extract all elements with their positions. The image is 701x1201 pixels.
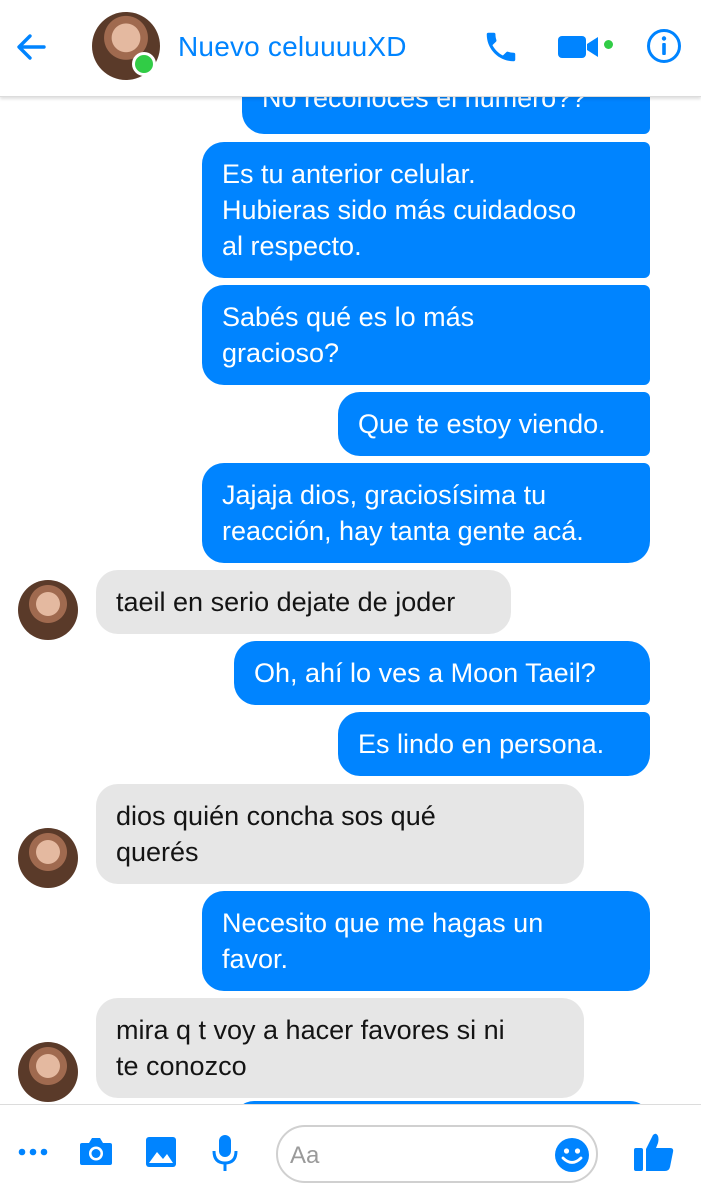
- emoji-icon[interactable]: [554, 1137, 590, 1173]
- online-status-dot: [132, 52, 156, 76]
- message-input-placeholder: Aa: [290, 1142, 320, 1169]
- message-received: dios quién concha sos qué querés: [96, 784, 584, 884]
- message-input[interactable]: Aa: [276, 1125, 598, 1183]
- message-sent: Sabés qué es lo más gracioso?: [202, 285, 650, 385]
- microphone-icon[interactable]: [210, 1133, 240, 1173]
- camera-icon[interactable]: [78, 1135, 114, 1167]
- message-list[interactable]: No reconoces el número?? Es tu anterior …: [0, 0, 701, 1104]
- message-received: taeil en serio dejate de joder: [96, 570, 511, 634]
- contact-avatar[interactable]: [18, 1042, 78, 1102]
- contact-avatar[interactable]: [18, 828, 78, 888]
- message-sent: Oh, ahí lo ves a Moon Taeil?: [234, 641, 650, 705]
- message-composer: Aa: [0, 1104, 701, 1201]
- more-icon[interactable]: [18, 1145, 48, 1159]
- message-sent: Jajaja dios, graciosísima tu reacción, h…: [202, 463, 650, 563]
- phone-icon[interactable]: [482, 28, 520, 66]
- video-online-dot: [604, 40, 613, 49]
- message-sent: Necesito que me hagas un favor.: [202, 891, 650, 991]
- conversation-header: Nuevo celuuuuXD: [0, 0, 701, 97]
- info-icon[interactable]: [646, 28, 682, 64]
- contact-name[interactable]: Nuevo celuuuuXD: [178, 31, 407, 63]
- image-icon[interactable]: [144, 1135, 178, 1169]
- contact-avatar[interactable]: [18, 580, 78, 640]
- message-sent: Que te estoy viendo.: [338, 392, 650, 456]
- like-thumb-icon[interactable]: [632, 1131, 676, 1173]
- message-received: mira q t voy a hacer favores si ni te co…: [96, 998, 584, 1098]
- message-sent: Es lindo en persona.: [338, 712, 650, 776]
- back-arrow-icon[interactable]: [14, 30, 48, 64]
- message-sent: Es tu anterior celular. Hubieras sido má…: [202, 142, 650, 278]
- video-camera-icon[interactable]: [556, 32, 600, 62]
